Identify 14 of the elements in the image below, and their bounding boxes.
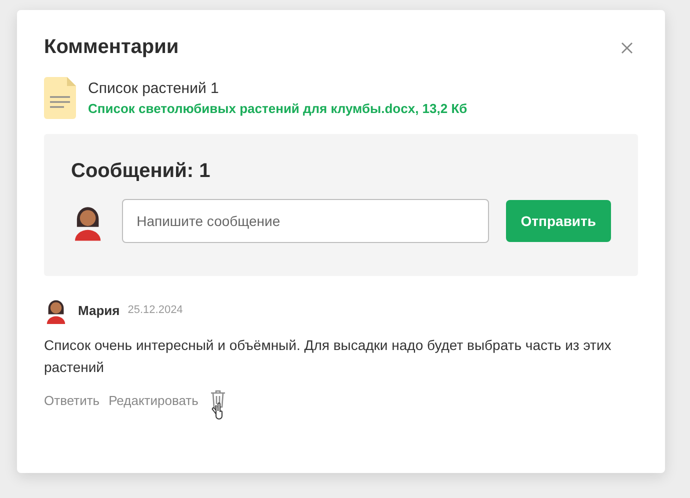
send-button[interactable]: Отправить xyxy=(506,200,611,242)
comment-text: Список очень интересный и объёмный. Для высадки надо будет выбрать часть из этих растений xyxy=(44,336,612,377)
message-input[interactable]: Напишите сообщение xyxy=(122,199,489,243)
comment-action-link[interactable]: Редактировать xyxy=(108,393,198,408)
file-link[interactable]: Список светолюбивых растений для клумбы.docx, 13,2 Кб xyxy=(88,101,468,116)
trash-icon[interactable] xyxy=(210,390,226,420)
close-icon[interactable] xyxy=(621,42,633,54)
file-name: Список растений 1 xyxy=(88,80,220,97)
comment-action-link[interactable]: Ответить xyxy=(44,393,100,408)
dialog-title: Комментарии xyxy=(44,36,179,59)
comment-author: Мария xyxy=(78,302,120,318)
comment-date: 25.12.2024 xyxy=(128,304,183,316)
message-count: Сообщений: 1 xyxy=(71,160,212,183)
document-icon xyxy=(44,77,76,119)
